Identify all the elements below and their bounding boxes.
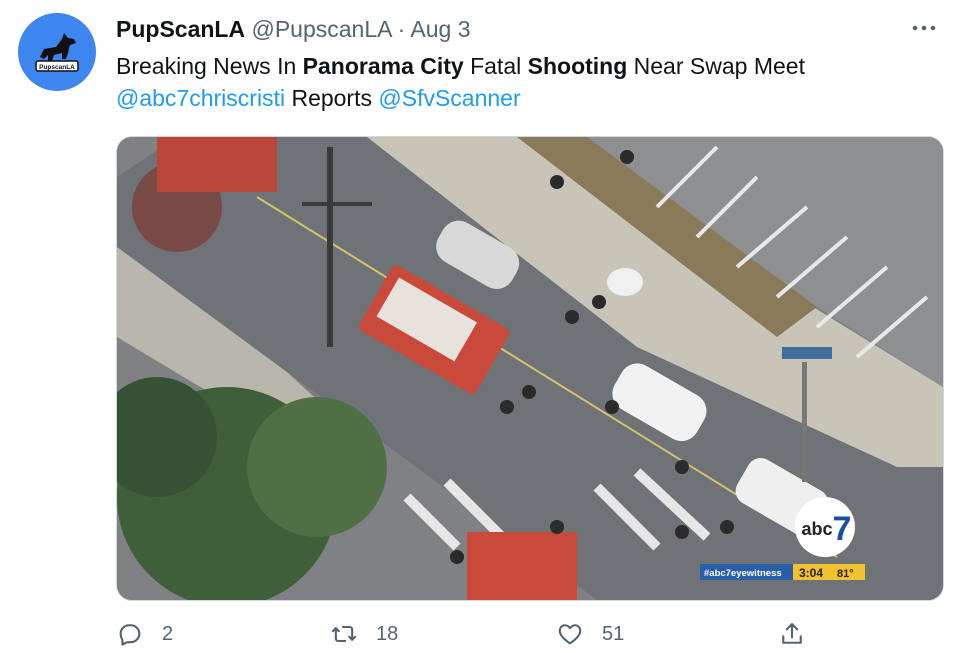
hashtag-label: #abc7eyewitness — [704, 568, 782, 579]
mention-link[interactable]: @abc7chriscristi — [116, 85, 285, 111]
retweet-button[interactable]: 18 — [330, 620, 398, 648]
bold-segment: Panorama City — [302, 53, 464, 79]
avatar-logo-text: PupscanLA — [39, 64, 75, 71]
reply-button[interactable]: 2 — [116, 620, 173, 648]
tweet-media-image[interactable]: abc 7 #abc7eyewitness 3:04 81° — [116, 136, 944, 601]
tweet-line-2: @abc7chriscristi Reports @SfvScanner — [116, 82, 936, 114]
separator-dot: · — [397, 16, 406, 42]
retweet-count: 18 — [376, 622, 399, 645]
like-count: 51 — [602, 622, 625, 645]
text-segment: Fatal — [463, 53, 528, 79]
tweet-header: PupScanLA @PupscanLA · Aug 3 — [116, 14, 470, 44]
dog-logo-icon: PupscanLA — [35, 33, 79, 72]
display-name[interactable]: PupScanLA — [116, 16, 245, 42]
like-button[interactable]: 51 — [556, 620, 624, 648]
reply-count: 2 — [162, 622, 174, 645]
avatar[interactable]: PupscanLA — [18, 13, 96, 91]
news-scene-image: abc 7 #abc7eyewitness 3:04 81° — [117, 137, 943, 600]
abc-logo-text: abc — [801, 519, 832, 539]
text-segment: Breaking News In — [116, 53, 303, 79]
share-button[interactable] — [778, 620, 806, 648]
reply-icon — [119, 624, 141, 646]
text-segment: Near Swap Meet — [627, 53, 805, 79]
user-handle[interactable]: @PupscanLA — [251, 16, 391, 42]
tweet-text: Breaking News In Panorama City Fatal Sho… — [116, 50, 936, 114]
like-icon — [558, 624, 582, 645]
more-icon[interactable] — [910, 16, 938, 40]
tweet-date[interactable]: Aug 3 — [410, 16, 470, 42]
tweet-line-1: Breaking News In Panorama City Fatal Sho… — [116, 50, 936, 82]
share-icon — [782, 623, 802, 644]
abc-logo-number: 7 — [833, 510, 852, 548]
retweet-icon — [331, 625, 357, 643]
bold-segment: Shooting — [527, 53, 628, 79]
mention-link[interactable]: @SfvScanner — [378, 85, 520, 111]
text-segment: Reports — [285, 85, 379, 111]
temperature-label: 81° — [837, 568, 854, 580]
time-label: 3:04 — [799, 566, 823, 580]
tweet-actions-bar: 2 18 51 — [116, 620, 816, 652]
